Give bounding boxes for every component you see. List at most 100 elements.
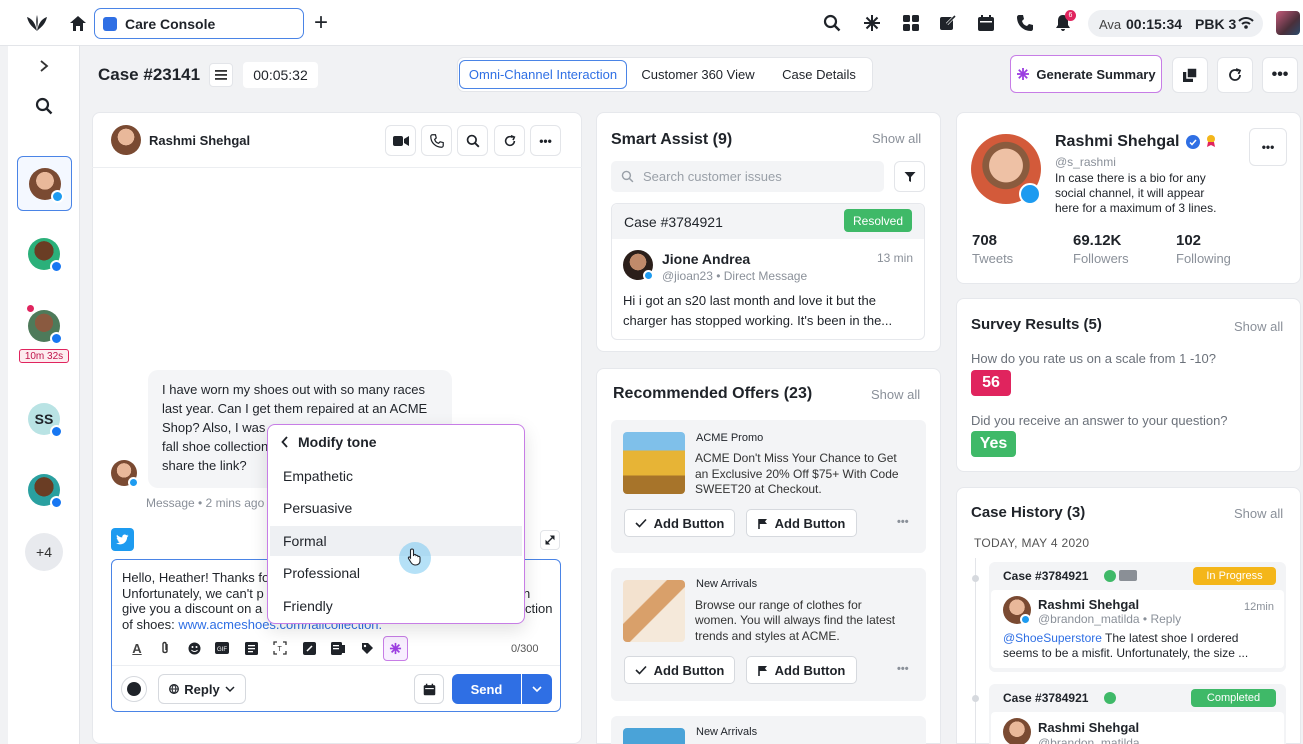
ai-sparkle-icon[interactable] — [862, 13, 882, 33]
modify-tone-menu: Modify tone Empathetic Persuasive Formal… — [267, 424, 525, 624]
attachment-icon[interactable] — [157, 640, 173, 656]
reply-line-tail: ction — [525, 601, 553, 616]
timeline-dot — [972, 575, 979, 582]
smart-assist-case-card[interactable]: Case #3784921 Resolved Jione Andrea @jio… — [611, 203, 925, 340]
offer-more-icon[interactable]: ••• — [897, 663, 909, 675]
timeline-line — [975, 558, 976, 744]
agent-status-panel[interactable]: Ava 00:15:34 PBK 3 — [1088, 10, 1263, 37]
offer-card[interactable]: New Arrivals — [611, 716, 926, 744]
more-dots-icon: ••• — [1261, 140, 1275, 154]
tone-option-persuasive[interactable]: Persuasive — [270, 493, 522, 523]
twitter-badge-icon — [128, 477, 139, 488]
history-date: TODAY, MAY 4 2020 — [974, 536, 1090, 550]
profile-more-button[interactable]: ••• — [1249, 128, 1287, 166]
sidebar-conversation[interactable] — [28, 238, 63, 273]
twitter-badge-icon — [51, 190, 64, 203]
sidebar-conversation-active[interactable] — [17, 156, 72, 211]
menu-back-header[interactable]: Modify tone — [281, 434, 377, 450]
filter-button[interactable] — [894, 161, 925, 192]
search-conversation-button[interactable] — [457, 125, 488, 156]
survey-show-all[interactable]: Show all — [1234, 319, 1283, 334]
case-history-show-all[interactable]: Show all — [1234, 506, 1283, 521]
compose-icon[interactable] — [938, 13, 958, 33]
popout-button[interactable] — [1172, 57, 1208, 93]
offer-add-button[interactable]: Add Button — [624, 509, 735, 537]
knowledge-base-icon[interactable] — [330, 640, 346, 656]
add-button-label: Add Button — [774, 662, 846, 678]
history-case-card[interactable]: Case #3784921 In Progress Rashmi Shehgal… — [989, 562, 1286, 672]
notifications-bell-icon[interactable]: 6 — [1053, 10, 1076, 33]
offer-add-button-flag[interactable]: Add Button — [746, 656, 857, 684]
case-author-handle: @jioan23 • Direct Message — [662, 269, 808, 283]
refresh-button[interactable] — [1217, 57, 1253, 93]
video-call-button[interactable] — [385, 125, 416, 156]
history-case-card[interactable]: Case #3784921 Completed Rashmi Shehgal @… — [989, 684, 1286, 744]
expand-composer-button[interactable] — [540, 530, 560, 550]
offer-card[interactable]: ACME Promo ACME Don't Miss Your Chance t… — [611, 420, 926, 553]
sidebar-conversation[interactable] — [28, 474, 63, 509]
history-case-id: Case #3784921 — [1003, 569, 1089, 583]
tab-care-console[interactable]: Care Console — [94, 8, 304, 39]
offer-card[interactable]: New Arrivals Browse our range of clothes… — [611, 568, 926, 701]
expand-chevron-icon[interactable] — [36, 58, 52, 74]
ai-tone-button[interactable] — [383, 636, 408, 661]
search-icon[interactable] — [822, 13, 842, 33]
refresh-conversation-button[interactable] — [494, 125, 525, 156]
case-status-icon — [1104, 692, 1116, 704]
history-author: Rashmi Shehgal — [1038, 597, 1140, 612]
tone-option-empathetic[interactable]: Empathetic — [270, 461, 522, 491]
case-menu-button[interactable] — [209, 63, 233, 87]
brand-logo-icon[interactable] — [24, 12, 50, 34]
twitter-channel-icon[interactable] — [111, 528, 134, 551]
tag-icon[interactable] — [359, 640, 375, 656]
text-scan-icon[interactable]: T — [272, 640, 288, 656]
new-tab-plus-icon[interactable]: + — [311, 9, 331, 36]
sidebar-search-icon[interactable] — [34, 96, 54, 116]
send-options-button[interactable] — [522, 674, 552, 704]
status-toggle-button[interactable] — [121, 676, 147, 702]
apps-grid-icon[interactable] — [901, 13, 921, 33]
check-icon — [635, 665, 647, 675]
gif-icon[interactable]: GIF — [214, 640, 230, 656]
conversation-more-button[interactable]: ••• — [530, 125, 561, 156]
mention-link[interactable]: @ShoeSuperstore — [1003, 631, 1102, 645]
sidebar-conversation[interactable]: SS — [28, 403, 63, 438]
completed-badge: Completed — [1191, 689, 1276, 707]
sidebar-conversation-urgent[interactable] — [26, 304, 63, 345]
more-options-button[interactable]: ••• — [1262, 57, 1298, 93]
smart-assist-show-all[interactable]: Show all — [872, 131, 921, 146]
template-icon[interactable] — [243, 640, 259, 656]
phone-icon[interactable] — [1015, 13, 1035, 33]
emoji-icon[interactable] — [186, 640, 202, 656]
top-bar: Care Console + 6 Ava 00:15:34 PBK 3 — [0, 0, 1303, 46]
more-conversations-button[interactable]: +4 — [25, 533, 63, 571]
generate-summary-button[interactable]: Generate Summary — [1010, 55, 1162, 93]
tab-omni-channel[interactable]: Omni-Channel Interaction — [459, 60, 627, 89]
tone-option-friendly[interactable]: Friendly — [270, 591, 522, 621]
profile-bio-line: In case there is a bio for any — [1055, 171, 1206, 185]
agent-name: Ava — [1099, 17, 1122, 32]
user-avatar[interactable] — [1276, 11, 1300, 35]
offer-add-button-flag[interactable]: Add Button — [746, 509, 857, 537]
refresh-icon — [504, 134, 515, 146]
send-button[interactable]: Send — [452, 674, 521, 704]
voice-call-button[interactable] — [421, 125, 452, 156]
generate-summary-label: Generate Summary — [1036, 66, 1156, 82]
link-icon[interactable] — [301, 640, 317, 656]
tone-option-professional[interactable]: Professional — [270, 558, 522, 588]
text-format-icon[interactable]: A — [129, 640, 145, 656]
offer-more-icon[interactable]: ••• — [897, 516, 909, 528]
offers-show-all[interactable]: Show all — [871, 387, 920, 402]
stat-value: 69.12K — [1073, 232, 1122, 249]
offer-add-button[interactable]: Add Button — [624, 656, 735, 684]
divider — [112, 665, 560, 666]
schedule-button[interactable] — [414, 674, 444, 704]
search-customer-issues-input[interactable]: Search customer issues — [611, 161, 884, 192]
calendar-icon[interactable] — [976, 13, 996, 33]
tab-case-details[interactable]: Case Details — [768, 60, 870, 89]
tone-option-formal[interactable]: Formal — [270, 526, 522, 556]
home-icon[interactable] — [68, 13, 88, 33]
reply-type-dropdown[interactable]: Reply — [158, 674, 246, 704]
smart-assist-title: Smart Assist (9) — [611, 131, 733, 148]
tab-customer-360[interactable]: Customer 360 View — [630, 60, 766, 89]
